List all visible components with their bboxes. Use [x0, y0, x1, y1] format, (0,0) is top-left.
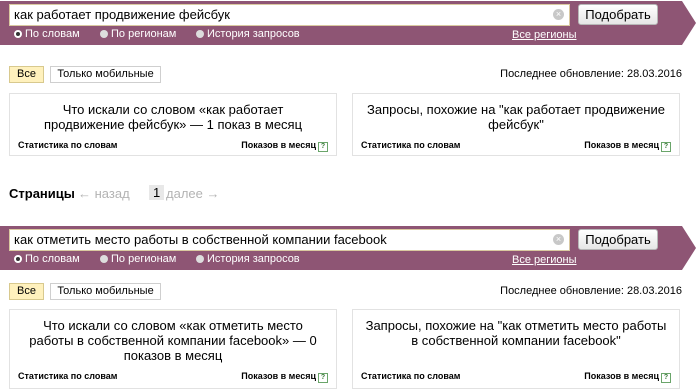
- search-input-value: как отметить место работы в собственной …: [14, 232, 387, 247]
- card-title: Запросы, похожие на "как работает продви…: [363, 102, 669, 132]
- radio-by-regions[interactable]: По регионам: [100, 253, 176, 265]
- tab-mobile-only[interactable]: Только мобильные: [50, 283, 161, 300]
- column-header-label: Показов в месяц: [241, 371, 316, 381]
- last-updated: Последнее обновление: 28.03.2016: [500, 68, 682, 80]
- tab-all[interactable]: Все: [9, 283, 44, 300]
- radio-label: История запросов: [207, 28, 300, 40]
- card-title-line: работы в собственной компании facebook» …: [29, 333, 317, 348]
- radio-label: По регионам: [111, 28, 177, 40]
- help-icon[interactable]: ?: [318, 142, 328, 152]
- card-title: Что искали со словом «как отметить место…: [20, 318, 326, 363]
- radio-label: По словам: [25, 253, 80, 265]
- radio-unselected-icon: [196, 30, 204, 38]
- submit-button[interactable]: Подобрать: [578, 229, 658, 250]
- column-header-words: Статистика по словам: [18, 140, 118, 150]
- card-similar-queries: Запросы, похожие на "как отметить место …: [352, 309, 680, 389]
- card-title-line: Запросы, похожие на "как отметить место …: [365, 318, 667, 333]
- radio-label: По словам: [25, 28, 80, 40]
- radio-selected-icon: [14, 255, 22, 263]
- tab-all[interactable]: Все: [9, 66, 44, 83]
- clear-icon[interactable]: ×: [553, 9, 564, 20]
- radio-label: История запросов: [207, 253, 300, 265]
- radio-selected-icon: [14, 30, 22, 38]
- column-header-shows: Показов в месяц?: [584, 140, 671, 152]
- card-title-line: в собственной компании facebook": [411, 333, 621, 348]
- column-header-label: Показов в месяц: [584, 140, 659, 150]
- pagination-next: далее →: [166, 186, 220, 201]
- card-words-stats: Что искали со словом «как работает продв…: [9, 93, 337, 156]
- pagination-prev: ← назад: [78, 186, 130, 201]
- search-banner: как работает продвижение фейсбук × Подоб…: [0, 1, 696, 45]
- search-banner: как отметить место работы в собственной …: [0, 226, 696, 270]
- card-title-line: Запросы, похожие на "как работает продви…: [367, 102, 665, 117]
- help-icon[interactable]: ?: [661, 142, 671, 152]
- column-header-words: Статистика по словам: [361, 371, 461, 381]
- column-header-shows: Показов в месяц?: [241, 371, 328, 383]
- regions-link[interactable]: Все регионы: [512, 254, 577, 266]
- clear-icon[interactable]: ×: [553, 234, 564, 245]
- help-icon[interactable]: ?: [318, 373, 328, 383]
- pagination-current-page: 1: [149, 185, 165, 200]
- card-title-line: Что искали со словом «как работает: [62, 102, 284, 117]
- regions-link[interactable]: Все регионы: [512, 29, 577, 41]
- radio-unselected-icon: [100, 255, 108, 263]
- card-title-line: фейсбук": [488, 117, 544, 132]
- help-icon[interactable]: ?: [661, 373, 671, 383]
- radio-history[interactable]: История запросов: [196, 28, 300, 40]
- last-updated: Последнее обновление: 28.03.2016: [500, 285, 682, 297]
- radio-unselected-icon: [100, 30, 108, 38]
- column-header-words: Статистика по словам: [18, 371, 118, 381]
- submit-button[interactable]: Подобрать: [578, 4, 658, 25]
- card-similar-queries: Запросы, похожие на "как работает продви…: [352, 93, 680, 156]
- search-input-value: как работает продвижение фейсбук: [14, 7, 230, 22]
- column-header-label: Показов в месяц: [241, 140, 316, 150]
- column-header-shows: Показов в месяц?: [584, 371, 671, 383]
- search-input[interactable]: как работает продвижение фейсбук ×: [9, 4, 570, 26]
- search-input[interactable]: как отметить место работы в собственной …: [9, 229, 570, 251]
- column-header-shows: Показов в месяц?: [241, 140, 328, 152]
- pagination-label: Страницы: [9, 186, 75, 201]
- card-title: Что искали со словом «как работает продв…: [20, 102, 326, 132]
- tab-mobile-only[interactable]: Только мобильные: [50, 66, 161, 83]
- radio-by-regions[interactable]: По регионам: [100, 28, 176, 40]
- column-header-words: Статистика по словам: [361, 140, 461, 150]
- card-title-line: показов в месяц: [123, 348, 223, 363]
- column-header-label: Показов в месяц: [584, 371, 659, 381]
- card-title-line: Что искали со словом «как отметить место: [43, 318, 303, 333]
- radio-history[interactable]: История запросов: [196, 253, 300, 265]
- radio-by-words[interactable]: По словам: [14, 28, 80, 40]
- radio-unselected-icon: [196, 255, 204, 263]
- card-title: Запросы, похожие на "как отметить место …: [363, 318, 669, 348]
- card-title-line: продвижение фейсбук» — 1 показ в месяц: [43, 117, 303, 132]
- radio-by-words[interactable]: По словам: [14, 253, 80, 265]
- card-words-stats: Что искали со словом «как отметить место…: [9, 309, 337, 389]
- radio-label: По регионам: [111, 253, 177, 265]
